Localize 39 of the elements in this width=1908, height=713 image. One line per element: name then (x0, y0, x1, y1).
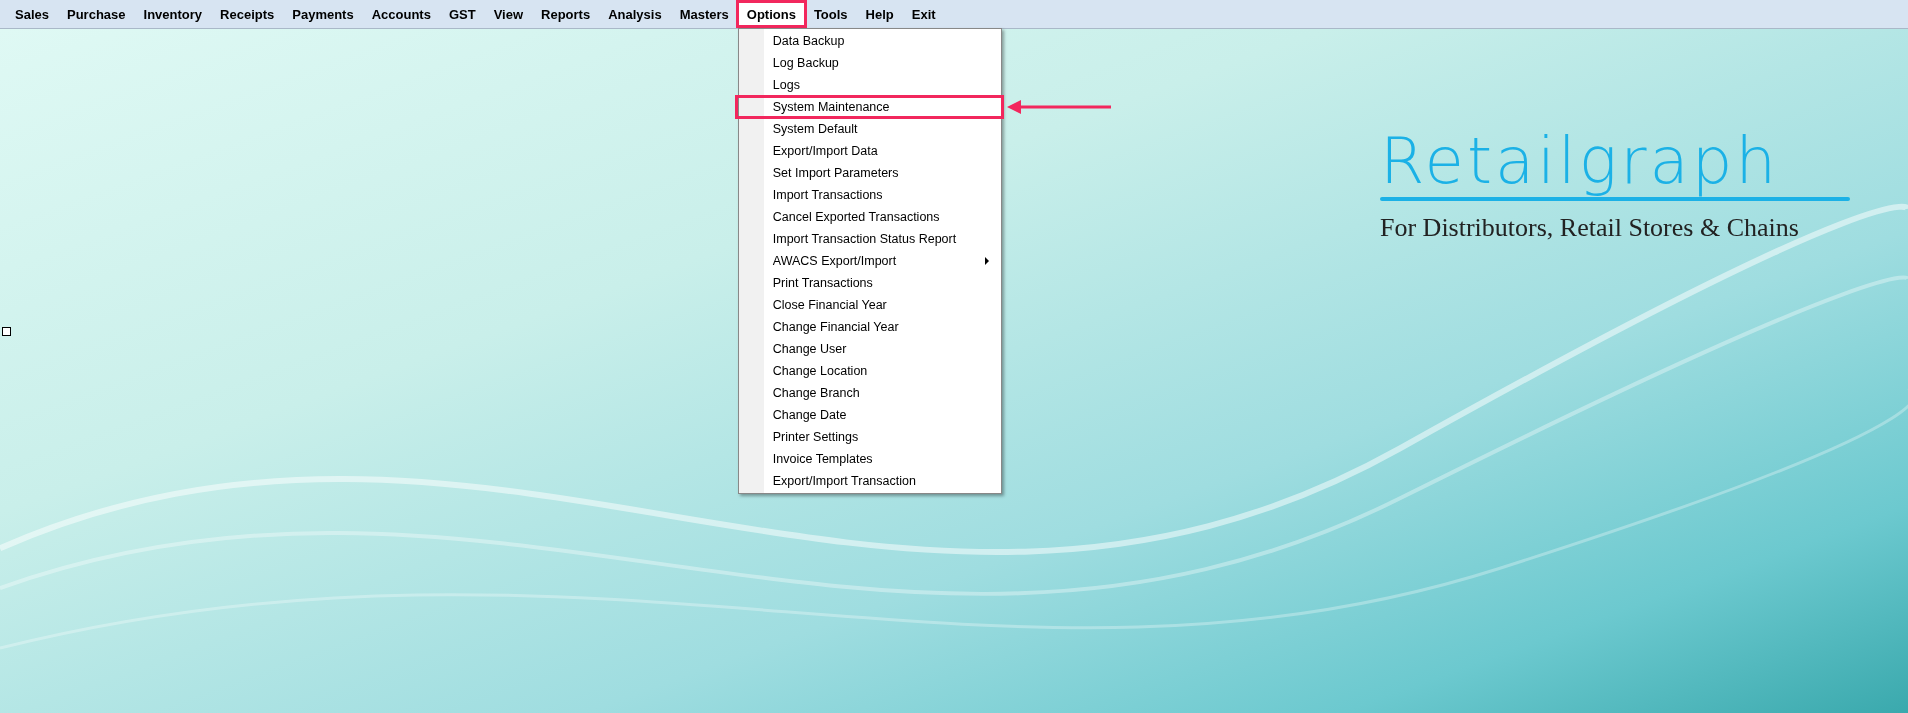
dropdown-item[interactable]: Export/Import Data (738, 140, 1001, 162)
menu-item[interactable]: Reports (532, 2, 600, 26)
dropdown-item[interactable]: Set Import Parameters (738, 162, 1001, 184)
menu-item[interactable]: Analysis (599, 2, 671, 26)
menu-item[interactable]: Payments (283, 2, 363, 26)
dropdown-item[interactable]: Print Transactions (738, 272, 1001, 294)
dropdown-item[interactable]: Change User (738, 338, 1001, 360)
menu-item[interactable]: Help (856, 2, 903, 26)
menu-item[interactable]: Accounts (362, 2, 440, 26)
menu-item[interactable]: GST (439, 2, 485, 26)
dropdown-item[interactable]: System Maintenance (735, 96, 1003, 118)
submenu-caret-icon (984, 257, 989, 265)
dropdown-item[interactable]: Log Backup (738, 52, 1001, 74)
menu-item[interactable]: Tools (804, 2, 857, 26)
dropdown-item[interactable]: Change Financial Year (738, 316, 1001, 338)
menu-item[interactable]: Inventory (134, 2, 212, 26)
dropdown-item[interactable]: AWACS Export/Import (738, 250, 1001, 272)
menu-item[interactable]: View (484, 2, 533, 26)
menu-item[interactable]: Masters (670, 2, 738, 26)
dropdown-item[interactable]: Change Location (738, 360, 1001, 382)
dropdown-item[interactable]: Export/Import Transaction (738, 470, 1001, 492)
dropdown-item[interactable]: Import Transaction Status Report (738, 228, 1001, 250)
menu-item[interactable]: Options (737, 2, 805, 26)
dropdown-item[interactable]: Logs (738, 74, 1001, 96)
dropdown-item[interactable]: Cancel Exported Transactions (738, 206, 1001, 228)
dropdown-item[interactable]: Data Backup (738, 30, 1001, 52)
dropdown-item[interactable]: Invoice Templates (738, 448, 1001, 470)
logo-tagline: For Distributors, Retail Stores & Chains (1380, 213, 1799, 243)
small-square-icon (2, 327, 11, 336)
dropdown-item[interactable]: Close Financial Year (738, 294, 1001, 316)
dropdown-item[interactable]: Printer Settings (738, 426, 1001, 448)
menu-item[interactable]: Exit (902, 2, 945, 26)
menu-item[interactable]: Sales (6, 2, 58, 26)
menu-item[interactable]: Purchase (58, 2, 135, 26)
dropdown-item[interactable]: Import Transactions (738, 184, 1001, 206)
menu-item[interactable]: Receipts (211, 2, 284, 26)
dropdown-item[interactable]: System Default (738, 118, 1001, 140)
dropdown-item[interactable]: Change Date (738, 404, 1001, 426)
dropdown-item[interactable]: Change Branch (738, 382, 1001, 404)
